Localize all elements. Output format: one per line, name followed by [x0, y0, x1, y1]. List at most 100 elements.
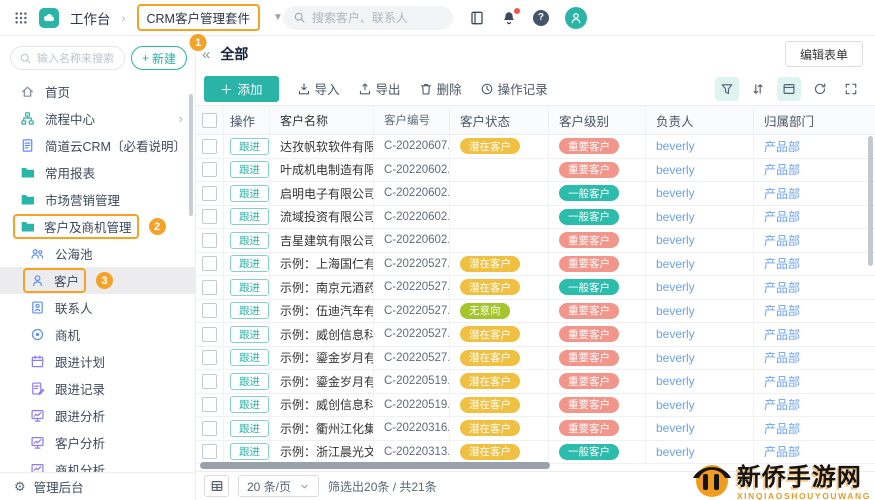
- owner-link[interactable]: beverly: [656, 374, 695, 388]
- department-link[interactable]: 产品部: [764, 138, 800, 155]
- sidebar-item[interactable]: 简道云CRM〔必看说明〕: [0, 132, 195, 159]
- owner-link[interactable]: beverly: [656, 257, 695, 271]
- owner-link[interactable]: beverly: [656, 163, 695, 177]
- horizontal-scrollbar[interactable]: [200, 462, 550, 469]
- fullscreen-button[interactable]: [839, 77, 863, 101]
- follow-up-button[interactable]: 跟进: [230, 325, 269, 343]
- owner-link[interactable]: beverly: [656, 280, 695, 294]
- sort-button[interactable]: [746, 77, 770, 101]
- owner-link[interactable]: beverly: [656, 398, 695, 412]
- follow-up-button[interactable]: 跟进: [230, 161, 269, 179]
- department-link[interactable]: 产品部: [764, 302, 800, 319]
- follow-up-button[interactable]: 跟进: [230, 137, 269, 155]
- edit-form-button[interactable]: 编辑表单: [784, 41, 863, 67]
- workspace-link[interactable]: 工作台: [70, 8, 111, 28]
- import-button[interactable]: 导入: [297, 79, 340, 98]
- new-button[interactable]: + 新建: [130, 46, 187, 70]
- department-link[interactable]: 产品部: [764, 208, 800, 225]
- row-checkbox[interactable]: [202, 420, 217, 436]
- owner-link[interactable]: beverly: [656, 233, 695, 247]
- follow-up-button[interactable]: 跟进: [230, 396, 269, 414]
- avatar[interactable]: [564, 6, 587, 29]
- address-book-icon[interactable]: [469, 10, 485, 26]
- row-checkbox[interactable]: [202, 397, 217, 413]
- follow-up-button[interactable]: 跟进: [230, 372, 269, 390]
- row-checkbox[interactable]: [202, 444, 217, 460]
- add-button[interactable]: ＋ 添加: [204, 75, 279, 102]
- refresh-button[interactable]: [808, 77, 832, 101]
- department-link[interactable]: 产品部: [764, 420, 800, 437]
- sidebar-item[interactable]: 商机: [0, 321, 195, 348]
- field-settings-button[interactable]: [204, 475, 229, 497]
- owner-link[interactable]: beverly: [656, 351, 695, 365]
- delete-button[interactable]: 删除: [419, 79, 462, 98]
- department-link[interactable]: 产品部: [764, 185, 800, 202]
- page-size-select[interactable]: 20 条/页: [238, 475, 320, 497]
- follow-up-button[interactable]: 跟进: [230, 443, 269, 461]
- sidebar-item[interactable]: 跟进记录: [0, 375, 195, 402]
- department-link[interactable]: 产品部: [764, 349, 800, 366]
- follow-up-button[interactable]: 跟进: [230, 255, 269, 273]
- row-checkbox[interactable]: [202, 138, 217, 154]
- sidebar-item[interactable]: 常用报表: [0, 159, 195, 186]
- follow-up-button[interactable]: 跟进: [230, 184, 269, 202]
- row-checkbox[interactable]: [202, 209, 217, 225]
- sidebar-item[interactable]: 联系人: [0, 294, 195, 321]
- select-all-checkbox[interactable]: [202, 112, 217, 128]
- sidebar-scrollbar[interactable]: [189, 94, 193, 216]
- owner-link[interactable]: beverly: [656, 210, 695, 224]
- notifications-button[interactable]: [501, 7, 520, 26]
- sidebar-item-label: 首页: [45, 86, 71, 100]
- owner-link[interactable]: beverly: [656, 327, 695, 341]
- sidebar-item[interactable]: 流程中心 ›: [0, 105, 195, 132]
- display-card-button[interactable]: [777, 76, 801, 101]
- owner: beverly: [646, 276, 754, 299]
- row-checkbox[interactable]: [202, 303, 217, 319]
- follow-up-button[interactable]: 跟进: [230, 231, 269, 249]
- sidebar-item[interactable]: 首页: [0, 78, 195, 105]
- owner-link[interactable]: beverly: [656, 186, 695, 200]
- operation-log-button[interactable]: 操作记录: [480, 79, 548, 98]
- owner-link[interactable]: beverly: [656, 304, 695, 318]
- app-title[interactable]: CRM客户管理套件 1: [136, 4, 260, 51]
- department-link[interactable]: 产品部: [764, 326, 800, 343]
- row-checkbox[interactable]: [202, 350, 217, 366]
- sidebar-item[interactable]: 市场营销管理: [0, 186, 195, 213]
- department-link[interactable]: 产品部: [764, 232, 800, 249]
- apps-grid-icon[interactable]: [14, 11, 28, 25]
- row-checkbox[interactable]: [202, 256, 217, 272]
- row-checkbox[interactable]: [202, 232, 217, 248]
- department-link[interactable]: 产品部: [764, 373, 800, 390]
- sidebar-item-admin-backend[interactable]: ⚙ 管理后台: [0, 472, 195, 500]
- department-link[interactable]: 产品部: [764, 279, 800, 296]
- owner-link[interactable]: beverly: [656, 139, 695, 153]
- sidebar-item[interactable]: 跟进计划: [0, 348, 195, 375]
- follow-up-button[interactable]: 跟进: [230, 278, 269, 296]
- follow-up-button[interactable]: 跟进: [230, 208, 269, 226]
- export-button[interactable]: 导出: [358, 79, 401, 98]
- help-icon[interactable]: ?: [532, 9, 549, 26]
- row-checkbox[interactable]: [202, 279, 217, 295]
- owner-link[interactable]: beverly: [656, 421, 695, 435]
- sidebar-item[interactable]: 客户及商机管理 2: [0, 213, 195, 240]
- chevron-down-icon[interactable]: ▼: [273, 12, 283, 23]
- global-search-input[interactable]: 搜索客户、联系人: [282, 5, 453, 30]
- vertical-scrollbar[interactable]: [868, 136, 873, 266]
- sidebar-item[interactable]: 客户 3: [0, 267, 195, 294]
- sidebar-search-input[interactable]: 输入名称来搜索: [10, 46, 125, 70]
- department-link[interactable]: 产品部: [764, 161, 800, 178]
- row-checkbox[interactable]: [202, 326, 217, 342]
- department-link[interactable]: 产品部: [764, 396, 800, 413]
- filter-button[interactable]: [715, 76, 739, 101]
- row-checkbox[interactable]: [202, 185, 217, 201]
- follow-up-button[interactable]: 跟进: [230, 302, 269, 320]
- row-checkbox[interactable]: [202, 373, 217, 389]
- row-checkbox[interactable]: [202, 162, 217, 178]
- sidebar-item[interactable]: 公海池: [0, 240, 195, 267]
- sidebar-item[interactable]: 跟进分析: [0, 402, 195, 429]
- department-link[interactable]: 产品部: [764, 255, 800, 272]
- follow-up-button[interactable]: 跟进: [230, 419, 269, 437]
- sidebar-item[interactable]: 客户分析: [0, 429, 195, 456]
- follow-up-button[interactable]: 跟进: [230, 349, 269, 367]
- jiandaoyun-logo-icon[interactable]: [39, 7, 59, 28]
